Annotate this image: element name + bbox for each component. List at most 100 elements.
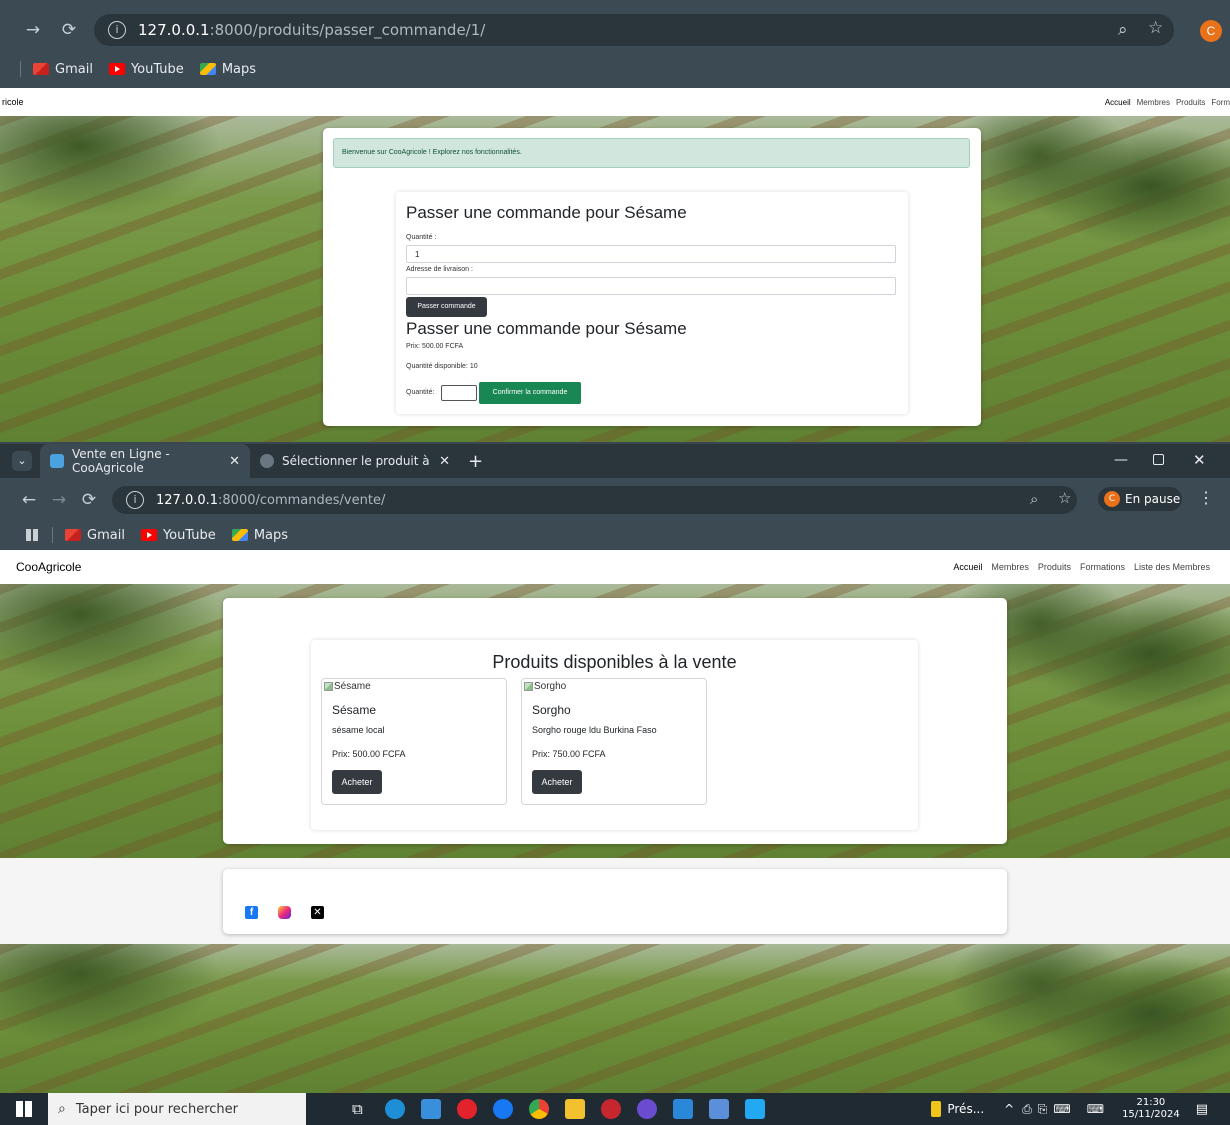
forward-icon[interactable]: → [18, 20, 48, 40]
apps-grid-icon[interactable] [26, 529, 38, 541]
weather-icon[interactable] [931, 1101, 942, 1117]
reload-icon[interactable]: ⟳ [74, 490, 104, 510]
place-order-button[interactable]: Passer commande [406, 297, 487, 317]
product-price: Prix: 500.00 FCFA [332, 749, 406, 759]
order-form-title: Passer une commande pour Sésame [406, 203, 687, 222]
back-icon[interactable]: ← [14, 490, 44, 510]
product-card: Sorgho Sorgho Sorgho rouge ldu Burkina F… [521, 678, 707, 805]
order-form-card: Passer une commande pour Sésame Quantité… [396, 192, 908, 414]
mail-icon[interactable] [672, 1099, 693, 1119]
bookmark-youtube[interactable]: YouTube [108, 62, 184, 77]
zoom-icon[interactable]: ⌕ [1118, 20, 1128, 40]
windows-start-icon[interactable] [16, 1101, 32, 1117]
browser-menu-icon[interactable]: ⋮ [1198, 488, 1214, 508]
minimize-icon[interactable]: — [1114, 452, 1128, 468]
taskbar-search[interactable]: ⌕ Taper ici pour rechercher [48, 1093, 306, 1125]
x-twitter-icon[interactable]: ✕ [311, 906, 324, 919]
close-tab-icon[interactable]: ✕ [229, 454, 240, 469]
nav-accueil[interactable]: Accueil [953, 562, 982, 572]
address-input[interactable] [406, 277, 896, 295]
buy-button[interactable]: Acheter [332, 770, 382, 794]
bookmark-youtube[interactable]: YouTube [140, 528, 216, 543]
new-tab-button[interactable]: + [468, 451, 483, 472]
site-brand[interactable]: ricole [0, 97, 24, 107]
reload-icon[interactable]: ⟳ [54, 20, 84, 40]
store-icon[interactable] [420, 1099, 441, 1119]
product-description: sésame local [332, 725, 385, 735]
nav-produits[interactable]: Produits [1038, 562, 1071, 572]
chrome-icon[interactable] [528, 1099, 549, 1119]
confirm-quantity-input[interactable] [441, 385, 477, 401]
nav-formations[interactable]: Formations [1080, 562, 1125, 572]
url-path: :8000/produits/passer_commande/1/ [209, 21, 486, 39]
nav-membres[interactable]: Membres [1137, 98, 1170, 107]
product-name: Sorgho [532, 703, 571, 717]
weather-text[interactable]: Prés... [947, 1102, 984, 1116]
opera-icon[interactable] [456, 1099, 477, 1119]
products-page-card: Produits disponibles à la vente Sésame S… [223, 598, 1007, 844]
price-text: Prix: 500.00 FCFA [406, 343, 464, 350]
quantity-input[interactable]: 1 [406, 245, 896, 263]
app-icon-purple[interactable] [636, 1099, 657, 1119]
bookmark-gmail[interactable]: Gmail [33, 62, 93, 77]
nav-accueil[interactable]: Accueil [1105, 98, 1131, 107]
url-host: 127.0.0.1 [138, 21, 210, 39]
facebook-app-icon[interactable] [492, 1099, 513, 1119]
site-brand[interactable]: CooAgricole [0, 560, 81, 574]
facebook-icon[interactable]: f [245, 906, 258, 919]
vscode-icon[interactable] [744, 1099, 765, 1119]
bookmark-maps[interactable]: Maps [231, 528, 288, 543]
search-icon: ⌕ [58, 1101, 66, 1117]
task-view-icon[interactable]: ⧉ [352, 1100, 363, 1118]
product-price: Prix: 750.00 FCFA [532, 749, 606, 759]
nav-liste-membres[interactable]: Liste des Membres [1134, 562, 1210, 572]
app-icon-blue[interactable] [708, 1099, 729, 1119]
window2-address-bar[interactable]: i 127.0.0.1:8000/commandes/vente/ [112, 486, 1077, 514]
window2-tabstrip: ⌄ Vente en Ligne - CooAgricole ✕ Sélecti… [0, 444, 1230, 478]
tab-select-product[interactable]: Sélectionner le produit à modifi ✕ [250, 444, 460, 478]
bookmark-maps[interactable]: Maps [199, 62, 256, 77]
bookmark-star-icon[interactable]: ☆ [1148, 18, 1163, 38]
bookmark-star-icon[interactable]: ☆ [1058, 489, 1071, 507]
maps-icon [199, 63, 216, 75]
tab-search-dropdown[interactable]: ⌄ [12, 451, 32, 471]
site-info-icon[interactable]: i [126, 491, 144, 509]
confirm-quantity-label: Quantité: [406, 389, 435, 396]
restore-icon[interactable] [1153, 454, 1164, 465]
stock-text: Quantité disponible: 10 [406, 363, 478, 370]
app-icon-red[interactable] [600, 1099, 621, 1119]
profile-paused-chip[interactable]: C En pause [1098, 487, 1182, 511]
tray-icons[interactable]: ⎙⎘⌨ [1022, 1102, 1077, 1117]
url-path: :8000/commandes/vente/ [218, 492, 386, 508]
buy-button[interactable]: Acheter [532, 770, 582, 794]
close-window-icon[interactable]: ✕ [1193, 451, 1206, 469]
confirm-title: Passer une commande pour Sésame [406, 319, 687, 338]
tab-vente-en-ligne[interactable]: Vente en Ligne - CooAgricole ✕ [40, 444, 250, 478]
tray-chevron-icon[interactable]: ^ [1004, 1102, 1014, 1116]
file-explorer-icon[interactable] [564, 1099, 585, 1119]
taskbar-clock[interactable]: 21:30 15/11/2024 [1122, 1097, 1180, 1121]
instagram-icon[interactable] [278, 906, 291, 919]
maps-icon [231, 529, 248, 541]
edge-icon[interactable] [384, 1099, 405, 1119]
bookmark-gmail[interactable]: Gmail [65, 528, 125, 543]
confirm-order-button[interactable]: Confirmer la commande [479, 382, 581, 404]
product-image: Sorgho [524, 681, 566, 692]
nav-produits[interactable]: Produits [1176, 98, 1205, 107]
window1-address-bar[interactable]: i 127.0.0.1:8000/produits/passer_command… [94, 14, 1174, 46]
nav-membres[interactable]: Membres [991, 562, 1029, 572]
window1-toolbar: → ⟳ i 127.0.0.1:8000/produits/passer_com… [0, 8, 1230, 52]
system-tray: Prés... ^ ⎙⎘⌨ ⌨ 21:30 15/11/2024 ▤ [931, 1093, 1230, 1125]
keyboard-icon[interactable]: ⌨ [1087, 1102, 1104, 1116]
nav-formations[interactable]: Form [1211, 98, 1230, 107]
window1-chrome: → ⟳ i 127.0.0.1:8000/produits/passer_com… [0, 0, 1230, 88]
broken-image-icon [324, 682, 333, 691]
window2-background-photo-bottom [0, 944, 1230, 1093]
notifications-icon[interactable]: ▤ [1196, 1102, 1208, 1117]
products-section-title: Produits disponibles à la vente [492, 652, 737, 672]
zoom-icon[interactable]: ⌕ [1030, 490, 1038, 508]
close-tab-icon[interactable]: ✕ [439, 454, 450, 469]
forward-icon[interactable]: → [44, 490, 74, 510]
site-info-icon[interactable]: i [108, 21, 126, 39]
profile-avatar[interactable]: C [1200, 20, 1222, 42]
